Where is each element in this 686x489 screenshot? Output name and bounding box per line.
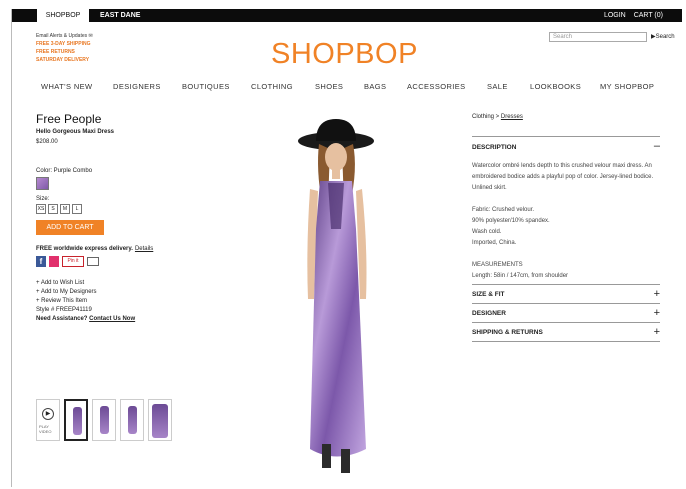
nav-my-shopbop[interactable]: MY SHOPBOP [600,82,654,91]
color-swatch[interactable] [36,177,49,190]
product-links: + Add to Wish List + Add to My Designers… [36,279,216,324]
thumbnail-image [152,404,168,438]
shipping-returns-title: SHIPPING & RETURNS [472,329,543,336]
thumbnail-4[interactable] [148,399,172,441]
promo-saturday[interactable]: SATURDAY DELIVERY [36,56,93,64]
page-frame: SHOPBOP EAST DANE LOGIN CART (0) Email A… [11,9,682,487]
nav-lookbooks[interactable]: LOOKBOOKS [530,82,581,91]
nav-accessories[interactable]: ACCESSORIES [407,82,466,91]
delivery-note: FREE worldwide express delivery. Details [36,246,216,252]
description-text: Watercolor ombré lends depth to this cru… [472,163,654,191]
promo-returns[interactable]: FREE RETURNS [36,48,93,56]
cart-link[interactable]: CART (0) [634,12,663,19]
main-nav: WHAT'S NEW DESIGNERS BOUTIQUES CLOTHING … [12,82,682,94]
brand-name[interactable]: Free People [36,112,216,126]
shopbop-logo[interactable]: SHOPBOP [271,38,418,71]
nav-whats-new[interactable]: WHAT'S NEW [41,82,93,91]
nav-boutiques[interactable]: BOUTIQUES [182,82,230,91]
style-number: Style # FREEP41119 [36,307,92,313]
product-name: Hello Gorgeous Maxi Dress [36,129,115,135]
color-label: Color: Purple Combo [36,168,93,174]
tab-shopbop[interactable]: SHOPBOP [37,9,89,22]
delivery-text: FREE worldwide express delivery. [36,246,133,252]
need-assistance: Need Assistance? Contact Us Now [36,315,216,324]
product-info: Free People Hello Gorgeous Maxi Dress $2… [36,112,216,324]
fabric-line: 90% polyester/10% spandex. [472,218,550,224]
login-link[interactable]: LOGIN [604,12,626,19]
size-fit-title: SIZE & FIT [472,291,505,298]
breadcrumb-separator: > [494,114,501,120]
product-details: Clothing > Dresses DESCRIPTION – Watercol… [472,114,660,342]
search-button-label: Search [655,34,675,40]
size-s[interactable]: S [48,204,58,214]
description-header[interactable]: DESCRIPTION – [472,136,660,152]
breadcrumb-dresses[interactable]: Dresses [501,114,523,120]
promo-shipping[interactable]: FREE 3-DAY SHIPPING [36,40,93,48]
thumbnail-image [128,406,137,434]
size-xs[interactable]: XS [36,204,46,214]
product-price: $208.00 [36,139,58,145]
size-options: XS S M L [36,204,216,214]
thumbnail-1[interactable] [64,399,88,441]
play-icon: ▶ [42,408,54,420]
search-button[interactable]: ▶Search [651,33,675,40]
nav-bags[interactable]: BAGS [364,82,386,91]
contact-us-link[interactable]: Contact Us Now [89,316,135,322]
social-share: f Pin it [36,256,216,267]
facebook-icon[interactable]: f [36,256,46,267]
assistance-text: Need Assistance? [36,316,88,322]
size-label: Size: [36,196,50,202]
play-video-label: PLAY VIDEO [39,424,52,434]
breadcrumb: Clothing > Dresses [472,114,660,120]
size-m[interactable]: M [60,204,70,214]
email-alerts-text: Email Alerts & Updates [36,33,88,39]
description-body: Watercolor ombré lends depth to this cru… [472,161,660,282]
size-fit-section[interactable]: SIZE & FIT + [472,284,660,303]
size-l[interactable]: L [72,204,82,214]
email-share-icon[interactable] [87,257,99,266]
shipping-returns-section[interactable]: SHIPPING & RETURNS + [472,322,660,341]
promo-block: Email Alerts & Updates ✉ FREE 3-DAY SHIP… [36,32,93,64]
nav-sale[interactable]: SALE [487,82,508,91]
pinterest-button[interactable]: Pin it [62,256,84,267]
accordion: SIZE & FIT + DESIGNER + SHIPPING & RETURNS… [472,284,660,342]
thumbnail-strip: ▶ PLAY VIDEO [36,399,172,441]
expand-icon: + [653,307,660,319]
email-icon: ✉ [88,33,93,39]
add-to-cart-button[interactable]: ADD TO CART [36,220,104,235]
measurements-text: Length: 58in / 147cm, from shoulder [472,273,569,279]
video-thumbnail[interactable]: ▶ PLAY VIDEO [36,399,60,441]
nav-designers[interactable]: DESIGNERS [113,82,161,91]
thumbnail-image [73,407,82,435]
fabric-line: Fabric: Crushed velour. [472,207,535,213]
nav-shoes[interactable]: SHOES [315,82,343,91]
description-title: DESCRIPTION [472,144,517,151]
review-item-link[interactable]: + Review This Item [36,297,216,306]
add-to-wish-list-link[interactable]: + Add to Wish List [36,279,216,288]
thumbnail-2[interactable] [92,399,116,441]
delivery-details-link[interactable]: Details [135,246,153,252]
account-links: LOGIN CART (0) [598,9,663,22]
add-to-my-designers-link[interactable]: + Add to My Designers [36,288,216,297]
product-image[interactable] [286,119,386,481]
expand-icon: + [653,326,660,338]
thumbnail-3[interactable] [120,399,144,441]
social-share-icon[interactable] [49,256,59,267]
tab-east-dane[interactable]: EAST DANE [94,9,146,22]
designer-title: DESIGNER [472,310,506,317]
breadcrumb-clothing[interactable]: Clothing [472,114,494,120]
expand-icon: + [653,288,660,300]
fabric-line: Imported, China. [472,240,517,246]
search-input[interactable]: Search [549,32,647,42]
fabric-line: Wash cold. [472,229,502,235]
thumbnail-image [100,406,109,434]
collapse-icon: – [653,140,660,152]
email-alerts-link[interactable]: Email Alerts & Updates ✉ [36,32,93,40]
nav-clothing[interactable]: CLOTHING [251,82,293,91]
designer-section[interactable]: DESIGNER + [472,303,660,322]
measurements-header: MEASUREMENTS [472,262,523,268]
top-bar: SHOPBOP EAST DANE LOGIN CART (0) [12,9,682,22]
